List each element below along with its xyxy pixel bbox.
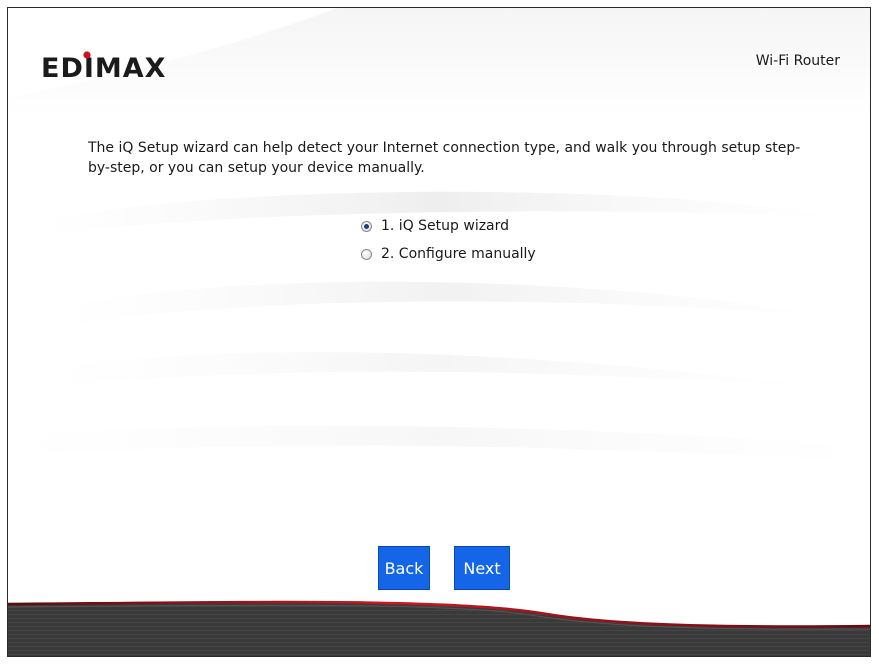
edimax-logo: EDIMAX xyxy=(41,51,166,84)
product-name: Wi-Fi Router xyxy=(755,53,840,69)
back-button[interactable]: Back xyxy=(378,546,430,590)
option-iq-setup-wizard[interactable]: 1. iQ Setup wizard xyxy=(361,212,536,240)
option-label: 1. iQ Setup wizard xyxy=(381,218,510,234)
svg-text:EDIMAX: EDIMAX xyxy=(41,53,166,84)
navigation-buttons: Back Next xyxy=(378,546,510,590)
next-button[interactable]: Next xyxy=(454,546,510,590)
option-label: 2. Configure manually xyxy=(381,246,536,262)
setup-window: EDIMAX Wi-Fi Router The iQ Setup wizard … xyxy=(7,7,871,657)
radio-selected-icon[interactable] xyxy=(361,220,372,232)
intro-text: The iQ Setup wizard can help detect your… xyxy=(88,140,801,176)
radio-unselected-icon[interactable] xyxy=(361,248,372,260)
option-configure-manually[interactable]: 2. Configure manually xyxy=(361,240,536,268)
setup-mode-options: 1. iQ Setup wizard 2. Configure manually xyxy=(361,212,536,268)
footer-stripe-band xyxy=(8,600,870,656)
